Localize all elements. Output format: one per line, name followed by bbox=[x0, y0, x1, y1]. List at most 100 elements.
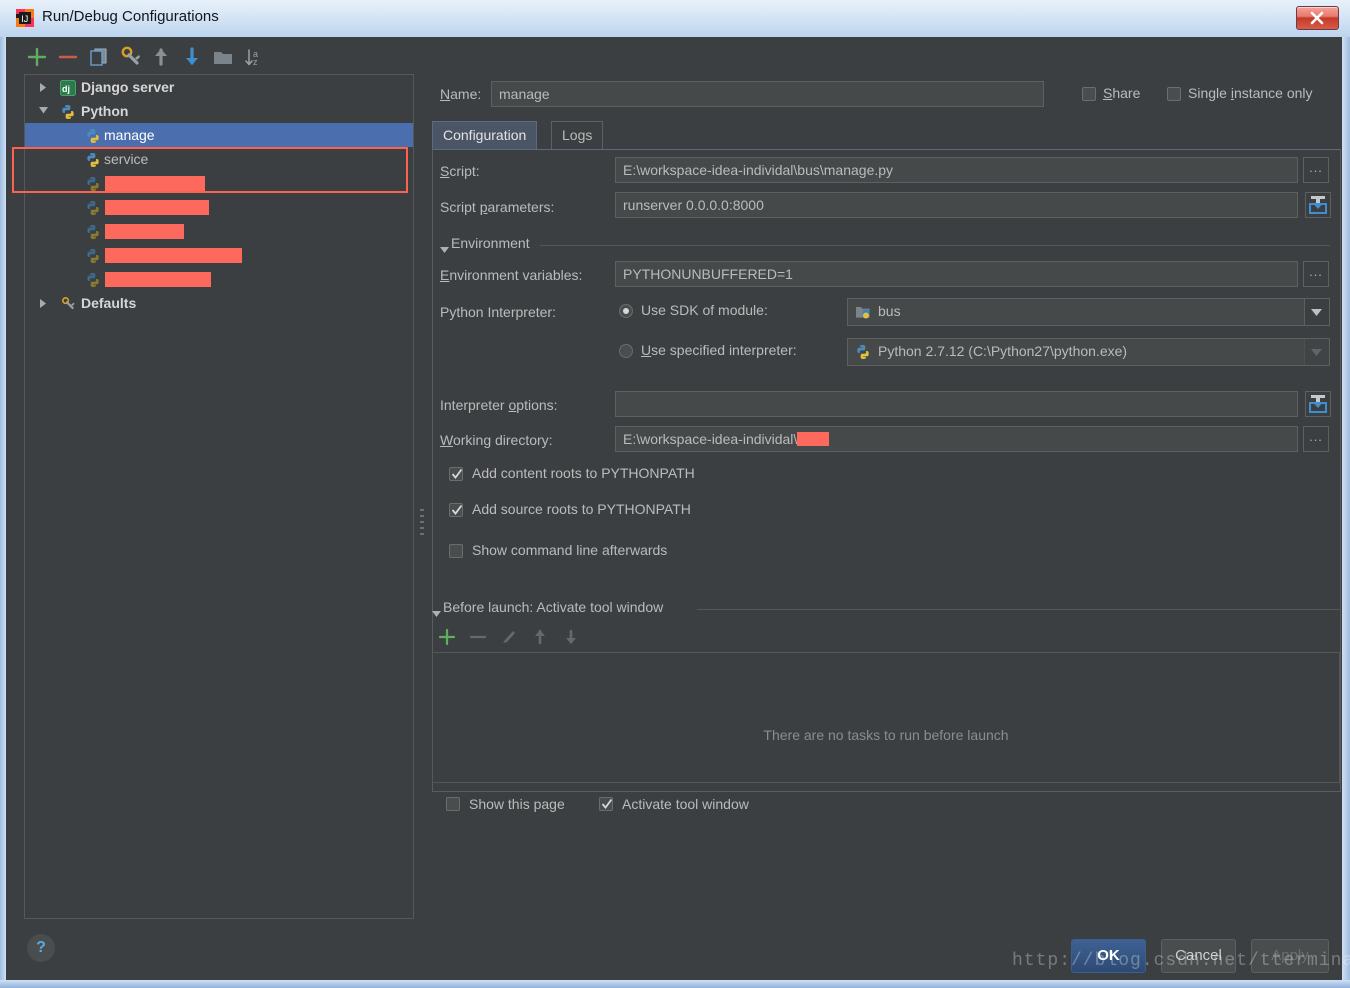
show-command-line-label[interactable]: Show command line afterwards bbox=[472, 542, 667, 558]
dialog-content: a z dj Django server Python manage service De… bbox=[6, 37, 1342, 980]
tree-item-redacted-5[interactable] bbox=[25, 195, 413, 219]
use-specified-interpreter-radio[interactable] bbox=[619, 344, 633, 358]
chevron-down-icon bbox=[432, 606, 441, 621]
svg-text:dj: dj bbox=[62, 84, 70, 94]
single-instance-checkbox[interactable] bbox=[1167, 87, 1181, 101]
before-launch-label: Before launch: Activate tool window bbox=[443, 599, 670, 615]
cancel-button[interactable]: Cancel bbox=[1161, 939, 1236, 973]
tree-item-manage[interactable]: manage bbox=[25, 123, 413, 147]
python-interpreter-label: Python Interpreter: bbox=[440, 304, 556, 320]
tree-item-redaction bbox=[105, 200, 209, 215]
copy-configuration-button[interactable] bbox=[86, 44, 112, 70]
tree-item-service[interactable]: service bbox=[25, 147, 413, 171]
add-source-roots-label[interactable]: Add source roots to PYTHONPATH bbox=[472, 501, 691, 517]
splitter-grip-icon bbox=[420, 509, 425, 544]
use-specified-interpreter-label[interactable]: Use specified interpreter: bbox=[641, 342, 797, 358]
task-move-up-button bbox=[529, 626, 551, 648]
tree-item-redacted-8[interactable] bbox=[25, 267, 413, 291]
name-input[interactable]: manage bbox=[491, 81, 1044, 107]
tree-item-redaction bbox=[105, 272, 211, 287]
django-icon: dj bbox=[60, 79, 76, 96]
remove-configuration-button[interactable] bbox=[55, 44, 81, 70]
window-border-bottom bbox=[0, 980, 1350, 988]
use-sdk-radio[interactable] bbox=[619, 304, 633, 318]
chevron-down-icon[interactable] bbox=[37, 99, 51, 123]
show-command-line-checkbox[interactable] bbox=[449, 544, 463, 558]
edit-defaults-wrench-button[interactable] bbox=[117, 44, 143, 70]
add-source-roots-checkbox[interactable] bbox=[449, 503, 463, 517]
intellij-icon: IJ bbox=[16, 9, 34, 27]
sdk-module-combobox[interactable]: bus bbox=[847, 298, 1330, 326]
python-icon bbox=[85, 271, 101, 287]
tree-item-django-server[interactable]: dj Django server bbox=[25, 75, 413, 99]
interpreter-options-input[interactable] bbox=[615, 391, 1298, 417]
tree-item-label: Django server bbox=[81, 79, 175, 95]
script-parameters-input[interactable]: runserver 0.0.0.0:8000 bbox=[615, 192, 1298, 218]
share-label[interactable]: Share bbox=[1103, 85, 1140, 101]
help-button[interactable]: ? bbox=[27, 934, 55, 962]
specified-interpreter-combobox[interactable]: Python 2.7.12 (C:\Python27\python.exe) bbox=[847, 338, 1330, 366]
tree-item-redacted-7[interactable] bbox=[25, 243, 413, 267]
chevron-right-icon[interactable] bbox=[37, 291, 51, 315]
show-this-page-label[interactable]: Show this page bbox=[469, 796, 565, 812]
before-launch-task-list[interactable]: There are no tasks to run before launch bbox=[432, 652, 1340, 783]
before-launch-section-header[interactable]: Before launch: Activate tool window bbox=[432, 599, 1340, 617]
ok-button[interactable]: OK bbox=[1071, 939, 1146, 973]
python-icon bbox=[855, 344, 871, 360]
sdk-module-dropdown-arrow[interactable] bbox=[1304, 299, 1329, 325]
close-window-button[interactable] bbox=[1296, 6, 1339, 30]
tree-item-redacted-4[interactable] bbox=[25, 171, 413, 195]
python-icon bbox=[85, 151, 101, 167]
python-icon bbox=[85, 175, 101, 191]
tree-item-label: Defaults bbox=[81, 295, 137, 311]
working-directory-browse-button[interactable]: ... bbox=[1303, 426, 1329, 452]
configurations-tree[interactable]: dj Django server Python manage service Defaul… bbox=[24, 74, 414, 919]
working-directory-label: Working directory: bbox=[440, 432, 553, 448]
section-divider bbox=[540, 245, 1330, 246]
environment-variables-browse-button[interactable]: ... bbox=[1303, 261, 1329, 287]
add-content-roots-checkbox[interactable] bbox=[449, 467, 463, 481]
create-folder-button[interactable] bbox=[210, 44, 236, 70]
activate-tool-window-checkbox[interactable] bbox=[599, 797, 613, 811]
tree-item-redaction bbox=[105, 176, 205, 191]
dialog-window: IJ Run/Debug Configurations a z dj Djang… bbox=[0, 0, 1350, 988]
interpreter-options-macro-button[interactable] bbox=[1305, 391, 1331, 417]
activate-tool-window-label[interactable]: Activate tool window bbox=[622, 796, 749, 812]
add-content-roots-label[interactable]: Add content roots to PYTHONPATH bbox=[472, 465, 695, 481]
chevron-right-icon[interactable] bbox=[37, 75, 51, 99]
python-icon bbox=[85, 223, 101, 239]
single-instance-label[interactable]: Single instance only bbox=[1188, 85, 1313, 101]
script-parameters-macro-button[interactable] bbox=[1305, 192, 1331, 218]
panel-splitter[interactable] bbox=[415, 74, 429, 919]
move-down-button[interactable] bbox=[179, 44, 205, 70]
move-up-button[interactable] bbox=[148, 44, 174, 70]
before-launch-empty-text: There are no tasks to run before launch bbox=[763, 727, 1009, 743]
working-directory-value: E:\workspace-idea-individal\ bbox=[623, 431, 798, 447]
share-checkbox[interactable] bbox=[1082, 87, 1096, 101]
section-divider bbox=[697, 609, 1340, 610]
tree-item-defaults[interactable]: Defaults bbox=[25, 291, 413, 315]
configurations-toolbar: a z bbox=[24, 42, 414, 74]
script-browse-button[interactable]: ... bbox=[1303, 157, 1329, 183]
environment-variables-input[interactable]: PYTHONUNBUFFERED=1 bbox=[615, 261, 1298, 287]
add-configuration-button[interactable] bbox=[24, 44, 50, 70]
tree-item-redacted-6[interactable] bbox=[25, 219, 413, 243]
use-sdk-label[interactable]: Use SDK of module: bbox=[641, 302, 768, 318]
apply-button: Apply bbox=[1251, 939, 1329, 973]
script-input[interactable]: E:\workspace-idea-individal\bus\manage.p… bbox=[615, 157, 1298, 183]
tree-item-python[interactable]: Python bbox=[25, 99, 413, 123]
sort-configurations-button[interactable]: a z bbox=[241, 44, 267, 70]
add-task-button[interactable] bbox=[436, 626, 458, 648]
working-directory-input[interactable]: E:\workspace-idea-individal\ bbox=[615, 426, 1298, 452]
tab-configuration[interactable]: Configuration bbox=[432, 121, 538, 150]
python-icon bbox=[85, 199, 101, 215]
show-this-page-checkbox[interactable] bbox=[446, 797, 460, 811]
window-title: Run/Debug Configurations bbox=[42, 8, 219, 25]
chevron-down-icon bbox=[440, 242, 449, 257]
environment-section-header[interactable]: Environment bbox=[440, 235, 1330, 253]
editor-tabs: Configuration Logs bbox=[432, 121, 1342, 150]
tab-logs[interactable]: Logs bbox=[551, 121, 604, 150]
sdk-module-value: bus bbox=[878, 303, 901, 319]
name-label: Name: bbox=[440, 86, 482, 102]
specified-interpreter-dropdown-arrow[interactable] bbox=[1304, 339, 1329, 365]
